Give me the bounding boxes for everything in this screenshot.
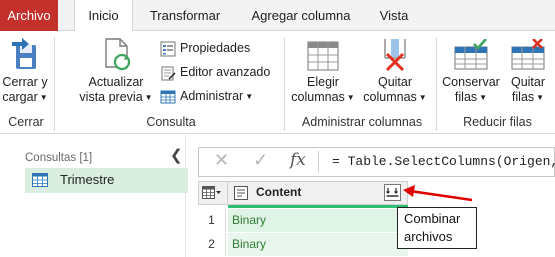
keep-rows-label-2: filas ▼: [454, 90, 488, 104]
remove-columns-icon: [384, 39, 406, 72]
properties-button[interactable]: Propiedades: [160, 38, 250, 58]
formula-divider: [318, 151, 319, 173]
keep-rows-button[interactable]: Conservar filas ▼: [440, 35, 502, 111]
chevron-down-icon: ▼: [39, 93, 48, 102]
refresh-label-2: vista previa ▼: [79, 90, 153, 104]
close-and-load-icon: [12, 38, 36, 69]
chevron-down-icon: ▼: [479, 93, 488, 102]
remove-columns-label-1: Quitar: [377, 75, 413, 89]
tab-transformar[interactable]: Transformar: [142, 0, 228, 31]
text-type-icon[interactable]: [234, 186, 248, 200]
remove-rows-icon: [511, 39, 545, 70]
advanced-editor-icon: [161, 66, 176, 81]
properties-icon: [160, 41, 176, 57]
tab-archivo[interactable]: Archivo: [0, 0, 58, 31]
advanced-editor-button[interactable]: Editor avanzado: [160, 62, 270, 82]
close-and-load-button[interactable]: Cerrar y cargar ▼: [2, 35, 48, 111]
row-number: 2: [198, 233, 226, 256]
close-and-load-label-2: cargar ▼: [2, 90, 48, 104]
ribbon-divider: [54, 37, 55, 131]
choose-columns-icon: [307, 41, 339, 71]
ribbon-tab-bar: Archivo Inicio Transformar Agregar colum…: [0, 0, 555, 32]
group-label-manage-columns: Administrar columnas: [301, 115, 423, 129]
ribbon: Cerrar y cargar ▼ Cerrar Actualizar vista…: [0, 31, 555, 134]
table-cell[interactable]: Binary: [228, 209, 408, 232]
column-header-content[interactable]: Content: [256, 185, 301, 199]
keep-rows-icon: [454, 39, 488, 70]
callout-line-1: Combinar: [404, 211, 461, 226]
properties-label: Propiedades: [180, 41, 251, 55]
combine-files-icon: [386, 188, 399, 197]
remove-rows-button[interactable]: Quitar filas ▼: [503, 35, 555, 111]
tab-inicio[interactable]: Inicio: [74, 0, 133, 32]
refresh-icon: [105, 38, 131, 71]
column-quality-bar: [228, 205, 408, 208]
formula-input[interactable]: = Table.SelectColumns(Origen,{: [332, 154, 555, 169]
table-icon: [160, 90, 176, 104]
remove-columns-button[interactable]: Quitar columnas ▼: [358, 35, 430, 111]
remove-rows-label-2: filas ▼: [511, 90, 545, 104]
table-icon: [32, 173, 48, 187]
group-label-close: Cerrar: [8, 115, 44, 129]
combine-files-callout: Combinar archivos: [397, 207, 477, 249]
table-menu-icon[interactable]: [202, 186, 222, 200]
chevron-down-icon: ▼: [245, 92, 254, 101]
remove-columns-label-2: columnas ▼: [363, 90, 427, 104]
chevron-down-icon: ▼: [144, 93, 153, 102]
refresh-label-1: Actualizar: [88, 75, 144, 89]
ribbon-divider: [436, 37, 437, 131]
choose-columns-button[interactable]: Elegir columnas ▼: [288, 35, 356, 111]
queries-title: Consultas [1]: [25, 152, 93, 164]
fx-icon[interactable]: fx: [290, 150, 306, 170]
choose-columns-label-1: Elegir: [307, 75, 339, 89]
row-number: 1: [198, 209, 226, 232]
manage-button[interactable]: Administrar ▼: [160, 86, 253, 106]
confirm-formula-icon[interactable]: ✓: [253, 150, 268, 171]
chevron-down-icon: ▼: [418, 93, 427, 102]
grid-divider: [227, 181, 228, 205]
advanced-editor-label: Editor avanzado: [180, 65, 271, 79]
ribbon-divider: [284, 37, 285, 131]
remove-rows-label-1: Quitar: [510, 75, 546, 89]
query-item-label: Trimestre: [60, 172, 115, 187]
refresh-preview-button[interactable]: Actualizar vista previa ▼: [78, 35, 153, 111]
choose-columns-label-2: columnas ▼: [291, 90, 355, 104]
tab-vista[interactable]: Vista: [372, 0, 416, 31]
collapse-pane-icon[interactable]: ❮: [170, 146, 183, 164]
callout-line-2: archivos: [404, 229, 453, 244]
close-and-load-label-1: Cerrar y: [2, 75, 48, 89]
grid-header: [198, 181, 408, 205]
chevron-down-icon: ▼: [346, 93, 355, 102]
cancel-formula-icon[interactable]: ✕: [214, 150, 229, 171]
manage-label: Administrar: [180, 89, 244, 103]
expand-combine-button[interactable]: [384, 184, 401, 201]
chevron-down-icon: ▼: [536, 93, 545, 102]
group-label-query: Consulta: [146, 115, 196, 129]
keep-rows-label-1: Conservar: [442, 75, 500, 89]
table-cell[interactable]: Binary: [228, 233, 408, 256]
group-label-reduce-rows: Reducir filas: [463, 115, 532, 129]
tab-agregar-columna[interactable]: Agregar columna: [248, 0, 354, 31]
